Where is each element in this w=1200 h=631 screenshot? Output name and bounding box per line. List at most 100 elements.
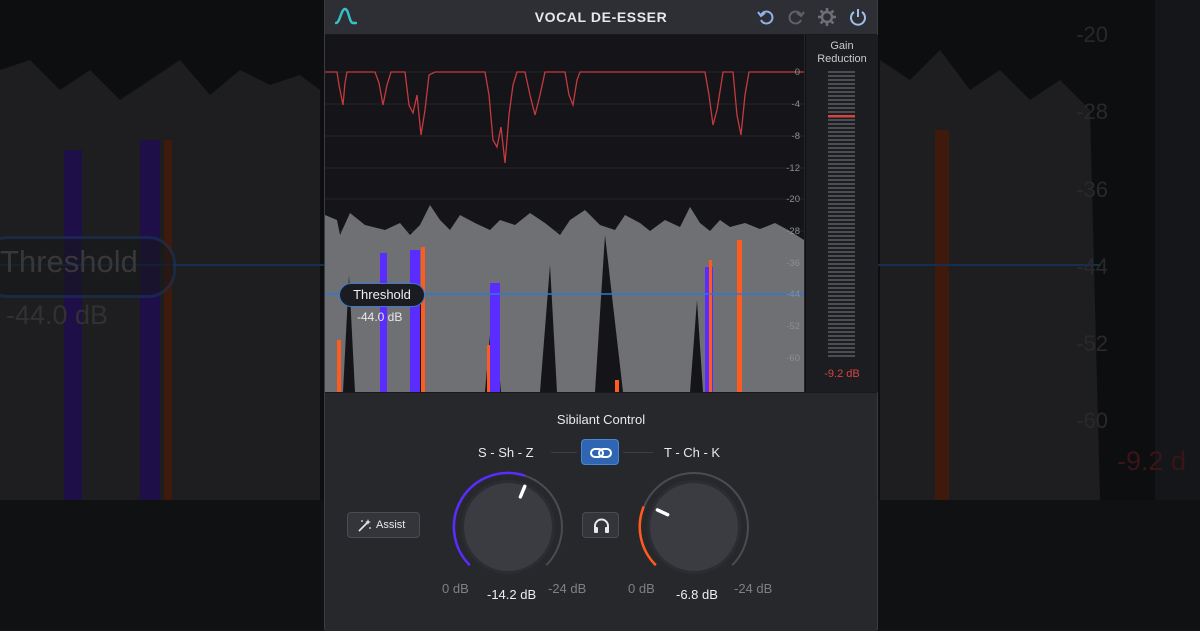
meter-segment <box>828 151 855 153</box>
sibilance-s-band <box>490 283 500 392</box>
meter-segment <box>828 195 855 197</box>
s-knob-min: 0 dB <box>442 581 469 596</box>
meter-segment <box>828 339 855 341</box>
meter-segment <box>828 167 855 169</box>
gear-icon[interactable] <box>817 7 837 27</box>
meter-segment <box>828 79 855 81</box>
meter-segment <box>828 335 855 337</box>
meter-segment <box>828 211 855 213</box>
plugin-window: VOCAL DE-ESSER Threshold -44.0 dB 0 -4 -… <box>324 0 878 631</box>
meter-segment <box>828 279 855 281</box>
sibilance-t-band <box>337 340 341 392</box>
scale-label: -4 <box>791 99 800 110</box>
scale-label: -12 <box>786 163 800 174</box>
sibilance-t-band <box>737 240 742 392</box>
t-knob-value: -6.8 dB <box>676 587 718 602</box>
waveform-graph <box>325 71 804 392</box>
meter-segment <box>828 231 855 233</box>
meter-segment <box>828 203 855 205</box>
meter-segment <box>828 99 855 101</box>
meter-segment <box>828 331 855 333</box>
meter-segment <box>828 243 855 245</box>
gain-reduction-curve <box>325 71 804 164</box>
meter-segment <box>828 215 855 217</box>
scale-label: -8 <box>791 131 800 142</box>
meter-segment <box>828 299 855 301</box>
section-title: Sibilant Control <box>556 412 646 427</box>
meter-segment <box>828 191 855 193</box>
undo-icon[interactable] <box>756 7 776 27</box>
meter-segment <box>828 291 855 293</box>
meter-segment <box>828 307 855 309</box>
divider <box>551 452 577 453</box>
scale-label: -60 <box>786 353 800 364</box>
meter-segment <box>828 323 855 325</box>
meter-segment <box>828 71 855 73</box>
listen-button[interactable] <box>582 512 619 538</box>
meter-segment <box>828 207 855 209</box>
divider <box>623 452 653 453</box>
meter-segment <box>828 275 855 277</box>
gain-reduction-meter: Gain Reduction -9.2 dB <box>805 35 878 392</box>
s-knob-value: -14.2 dB <box>487 587 537 602</box>
sibilant-control-panel: Sibilant Control S - Sh - Z T - Ch - K A… <box>325 392 877 631</box>
sibilance-t-band <box>421 247 425 392</box>
meter-segment <box>828 263 855 265</box>
meter-segment <box>828 95 855 97</box>
meter-segment <box>828 91 855 93</box>
scale-label: -52 <box>786 321 800 332</box>
sibilance-s-band <box>410 250 420 392</box>
meter-segment <box>828 143 855 145</box>
waveform-display[interactable]: Threshold -44.0 dB 0 -4 -8 -12 -20 -28 -… <box>325 35 804 392</box>
s-band-knob[interactable] <box>450 469 566 585</box>
scale-label: -44 <box>786 289 800 300</box>
meter-segment <box>828 175 855 177</box>
s-band-label: S - Sh - Z <box>478 445 534 460</box>
t-knob-min: 0 dB <box>628 581 655 596</box>
threshold-handle[interactable]: Threshold <box>339 283 425 307</box>
t-knob-max: -24 dB <box>734 581 773 596</box>
link-button[interactable] <box>581 439 619 465</box>
meter-level-marker <box>828 115 855 118</box>
meter-segment <box>828 163 855 165</box>
meter-segment <box>828 239 855 241</box>
meter-segment <box>828 187 855 189</box>
meter-title-line: Gain <box>830 40 854 52</box>
meter-segment <box>828 127 855 129</box>
meter-segment <box>828 223 855 225</box>
meter-segment <box>828 75 855 77</box>
scale-label: -20 <box>786 194 800 205</box>
assist-button[interactable]: Assist <box>347 512 420 538</box>
meter-segment <box>828 179 855 181</box>
meter-segment <box>828 251 855 253</box>
scale-label: -28 <box>786 226 800 237</box>
meter-segment <box>828 283 855 285</box>
meter-segment <box>828 159 855 161</box>
meter-segment <box>828 103 855 105</box>
meter-title-line: Reduction <box>817 53 867 65</box>
t-band-knob[interactable] <box>636 469 752 585</box>
meter-segment <box>828 123 855 125</box>
meter-segment <box>828 287 855 289</box>
meter-segment <box>828 347 855 349</box>
meter-segment <box>828 295 855 297</box>
meter-segment <box>828 343 855 345</box>
meter-segment <box>828 255 855 257</box>
meter-segment <box>828 183 855 185</box>
magic-wand-icon <box>358 519 371 532</box>
sibilance-t-band <box>709 260 712 392</box>
meter-segment <box>828 111 855 113</box>
meter-segment <box>828 227 855 229</box>
power-icon[interactable] <box>848 7 868 27</box>
meter-segment <box>828 355 855 357</box>
meter-segment <box>828 135 855 137</box>
meter-bars <box>828 71 855 357</box>
meter-segment <box>828 247 855 249</box>
meter-segment <box>828 87 855 89</box>
redo-icon[interactable] <box>786 7 806 27</box>
meter-segment <box>828 171 855 173</box>
meter-segment <box>828 271 855 273</box>
meter-title: Gain Reduction <box>806 40 878 66</box>
meter-segment <box>828 351 855 353</box>
scale-label: 0 <box>794 67 800 78</box>
